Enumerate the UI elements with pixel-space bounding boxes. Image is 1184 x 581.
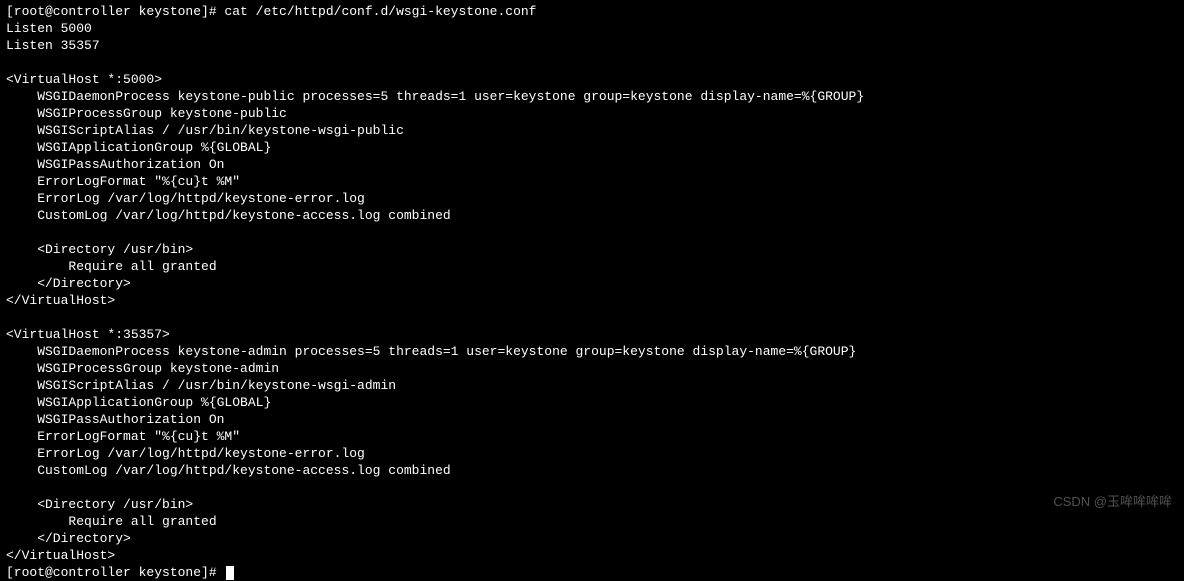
prompt: [root@controller keystone]#	[6, 565, 224, 580]
output-line: <Directory /usr/bin>	[6, 496, 1178, 513]
output-line	[6, 54, 1178, 71]
output-line: <VirtualHost *:35357>	[6, 326, 1178, 343]
output-line: </Directory>	[6, 530, 1178, 547]
prompt-and-command: [root@controller keystone]# cat /etc/htt…	[6, 4, 537, 19]
output-line: <Directory /usr/bin>	[6, 241, 1178, 258]
output-line: ErrorLog /var/log/httpd/keystone-error.l…	[6, 190, 1178, 207]
output-line: WSGIProcessGroup keystone-admin	[6, 360, 1178, 377]
output-line: WSGIScriptAlias / /usr/bin/keystone-wsgi…	[6, 377, 1178, 394]
watermark-text: CSDN @玉哞哞哞哞	[1053, 493, 1172, 510]
output-line: CustomLog /var/log/httpd/keystone-access…	[6, 207, 1178, 224]
output-line: WSGIProcessGroup keystone-public	[6, 105, 1178, 122]
output-line: </VirtualHost>	[6, 547, 1178, 564]
output-line	[6, 224, 1178, 241]
output-line	[6, 479, 1178, 496]
command-line-1: [root@controller keystone]# cat /etc/htt…	[6, 3, 1178, 20]
output-line: WSGIApplicationGroup %{GLOBAL}	[6, 394, 1178, 411]
output-line: ErrorLog /var/log/httpd/keystone-error.l…	[6, 445, 1178, 462]
output-line: WSGIPassAuthorization On	[6, 411, 1178, 428]
output-line: WSGIScriptAlias / /usr/bin/keystone-wsgi…	[6, 122, 1178, 139]
output-line: Listen 5000	[6, 20, 1178, 37]
output-line: ErrorLogFormat "%{cu}t %M"	[6, 428, 1178, 445]
output-line: CustomLog /var/log/httpd/keystone-access…	[6, 462, 1178, 479]
output-line: Listen 35357	[6, 37, 1178, 54]
output-line: ErrorLogFormat "%{cu}t %M"	[6, 173, 1178, 190]
output-line: </VirtualHost>	[6, 292, 1178, 309]
output-line: WSGIApplicationGroup %{GLOBAL}	[6, 139, 1178, 156]
output-line: WSGIPassAuthorization On	[6, 156, 1178, 173]
output-line: Require all granted	[6, 258, 1178, 275]
cursor-icon	[226, 566, 234, 580]
output-line	[6, 309, 1178, 326]
output-line: WSGIDaemonProcess keystone-admin process…	[6, 343, 1178, 360]
output-line: </Directory>	[6, 275, 1178, 292]
output-line: <VirtualHost *:5000>	[6, 71, 1178, 88]
command-line-2: [root@controller keystone]#	[6, 564, 1178, 581]
terminal-output[interactable]: [root@controller keystone]# cat /etc/htt…	[6, 3, 1178, 581]
file-output: Listen 5000Listen 35357 <VirtualHost *:5…	[6, 20, 1178, 564]
output-line: WSGIDaemonProcess keystone-public proces…	[6, 88, 1178, 105]
